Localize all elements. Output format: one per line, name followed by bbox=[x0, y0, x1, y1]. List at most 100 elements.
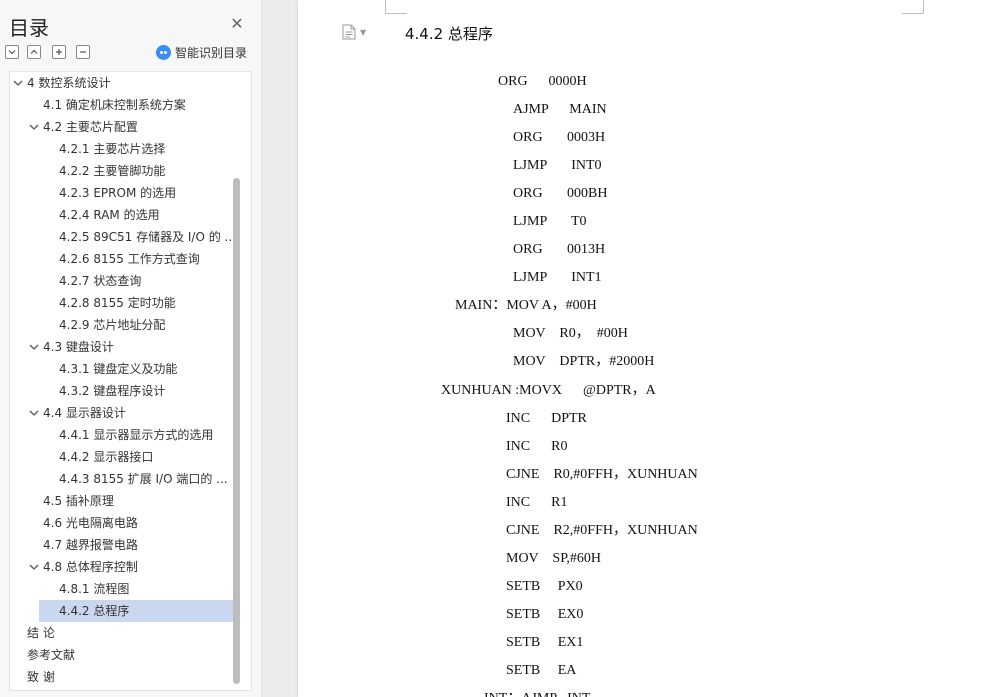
toc-item-label: 4 数控系统设计 bbox=[27, 76, 111, 90]
chevron-down-icon[interactable] bbox=[29, 556, 39, 578]
toc-item[interactable]: 4.5 插补原理 bbox=[43, 490, 233, 512]
toc-item[interactable]: 4.8 总体程序控制 bbox=[43, 556, 233, 578]
chevron-down-icon[interactable] bbox=[13, 72, 23, 94]
toc-item[interactable]: 4.4.1 显示器显示方式的选用 bbox=[59, 424, 233, 446]
toc-item[interactable]: 参考文献 bbox=[27, 644, 233, 666]
toc-item-label: 4.4.1 显示器显示方式的选用 bbox=[59, 428, 214, 442]
code-line: MAIN：MOV A，#00H bbox=[455, 298, 597, 313]
toc-item[interactable]: 4.2.7 状态查询 bbox=[59, 270, 233, 292]
toc-item[interactable]: 4.2.2 主要管脚功能 bbox=[59, 160, 233, 182]
toc-item[interactable]: 4.2.3 EPROM 的选用 bbox=[59, 182, 233, 204]
toc-item-label: 4.2.2 主要管脚功能 bbox=[59, 164, 166, 178]
app-window: 目录 ✕ 智能识别目录 4 数控系统设计 4.1 确定机床控制系统方案 4.2 主要… bbox=[0, 0, 991, 697]
toc-item-label: 4.6 光电隔离电路 bbox=[43, 516, 138, 530]
toc-item-label: 4.3.2 键盘程序设计 bbox=[59, 384, 166, 398]
toc-item-label: 4.2.6 8155 工作方式查询 bbox=[59, 252, 200, 266]
code-line: INC DPTR bbox=[506, 411, 587, 426]
code-line: SETB EX1 bbox=[506, 635, 584, 650]
code-line: ORG 0003H bbox=[513, 130, 606, 145]
toc-item[interactable]: 4.4.2 显示器接口 bbox=[59, 446, 233, 468]
toc-item-label: 致 谢 bbox=[27, 670, 55, 684]
toc-item-label: 4.4.2 显示器接口 bbox=[59, 450, 154, 464]
remove-level-icon[interactable] bbox=[76, 45, 90, 59]
toc-item-label: 4.2.5 89C51 存储器及 I/O 的 ... bbox=[59, 230, 233, 244]
toc-item[interactable]: 4.2.1 主要芯片选择 bbox=[59, 138, 233, 160]
toc-item[interactable]: 4 数控系统设计 bbox=[27, 72, 233, 94]
document-page[interactable] bbox=[298, 0, 991, 697]
code-line: INT：AJMP INT bbox=[484, 690, 590, 697]
toc-item[interactable]: 4.1 确定机床控制系统方案 bbox=[43, 94, 233, 116]
sidebar-title: 目录 bbox=[9, 16, 49, 40]
toc-item[interactable]: 4.3.2 键盘程序设计 bbox=[59, 380, 233, 402]
code-line: INC R1 bbox=[506, 495, 568, 510]
code-line: LJMP T0 bbox=[513, 214, 587, 229]
toc-item-label: 4.1 确定机床控制系统方案 bbox=[43, 98, 186, 112]
code-line: CJNE R0,#0FFH，XUNHUAN bbox=[506, 467, 698, 482]
toc-item[interactable]: 致 谢 bbox=[27, 666, 233, 688]
code-line: MOV SP,#60H bbox=[506, 551, 602, 566]
code-line: SETB PX0 bbox=[506, 579, 583, 594]
toc-item-label: 4.8.1 流程图 bbox=[59, 582, 130, 596]
code-line: SETB EX0 bbox=[506, 607, 584, 622]
toc-item-label: 4.4.2 总程序 bbox=[59, 604, 130, 618]
toc-item-label: 4.2.8 8155 定时功能 bbox=[59, 296, 176, 310]
code-line: ORG 0000H bbox=[498, 74, 587, 89]
page-margin-corner-right bbox=[902, 0, 924, 14]
code-line: INC R0 bbox=[506, 439, 568, 454]
document-icon[interactable]: ▼ bbox=[342, 24, 366, 40]
code-line: LJMP INT1 bbox=[513, 270, 602, 285]
toc-item[interactable]: 4.8.1 流程图 bbox=[59, 578, 233, 600]
toc-item[interactable]: 4.3.1 键盘定义及功能 bbox=[59, 358, 233, 380]
collapse-all-icon[interactable] bbox=[5, 45, 19, 59]
toc-item[interactable]: 4.4.2 总程序 bbox=[39, 600, 233, 622]
toc-item-label: 4.3.1 键盘定义及功能 bbox=[59, 362, 178, 376]
toc-item[interactable]: 4.7 越界报警电路 bbox=[43, 534, 233, 556]
toc-item[interactable]: 4.2.9 芯片地址分配 bbox=[59, 314, 233, 336]
code-line: XUNHUAN :MOVX @DPTR，A bbox=[441, 383, 656, 398]
add-level-icon[interactable] bbox=[52, 45, 66, 59]
code-line: CJNE R2,#0FFH，XUNHUAN bbox=[506, 523, 698, 538]
toc-item[interactable]: 结 论 bbox=[27, 622, 233, 644]
toc-item[interactable]: 4.2.4 RAM 的选用 bbox=[59, 204, 233, 226]
toc-item[interactable]: 4.3 键盘设计 bbox=[43, 336, 233, 358]
chevron-down-icon[interactable] bbox=[29, 336, 39, 358]
toc-sidebar: 目录 ✕ 智能识别目录 4 数控系统设计 4.1 确定机床控制系统方案 4.2 主要… bbox=[0, 0, 262, 697]
toc-item[interactable]: 4.2.8 8155 定时功能 bbox=[59, 292, 233, 314]
smart-toc-label: 智能识别目录 bbox=[175, 46, 248, 60]
toc-item-label: 4.2.4 RAM 的选用 bbox=[59, 208, 160, 222]
code-line: AJMP MAIN bbox=[513, 102, 607, 117]
document-area[interactable] bbox=[263, 0, 991, 697]
toc-item[interactable]: 4.4 显示器设计 bbox=[43, 402, 233, 424]
code-line: MOV R0， #00H bbox=[513, 326, 628, 341]
code-line: SETB EA bbox=[506, 663, 577, 678]
toc-item[interactable]: 4.4.3 8155 扩展 I/O 端口的 ... bbox=[59, 468, 233, 490]
toc-item-label: 4.3 键盘设计 bbox=[43, 340, 114, 354]
code-line: ORG 0013H bbox=[513, 242, 606, 257]
chevron-down-icon[interactable] bbox=[29, 116, 39, 138]
toc-item-label: 4.8 总体程序控制 bbox=[43, 560, 138, 574]
code-line: MOV DPTR，#2000H bbox=[513, 354, 655, 369]
toc-item[interactable]: 4.2.5 89C51 存储器及 I/O 的 ... bbox=[59, 226, 233, 248]
toc-item[interactable]: 4.6 光电隔离电路 bbox=[43, 512, 233, 534]
toc-scrollbar[interactable] bbox=[233, 178, 240, 684]
toc-item-label: 4.2.7 状态查询 bbox=[59, 274, 142, 288]
toc-item-label: 4.4.3 8155 扩展 I/O 端口的 ... bbox=[59, 472, 228, 486]
toc-item[interactable]: 4.2 主要芯片配置 bbox=[43, 116, 233, 138]
toc-item-label: 参考文献 bbox=[27, 648, 76, 662]
smart-toc-button[interactable]: 智能识别目录 bbox=[156, 44, 247, 61]
toc-item-label: 4.2.3 EPROM 的选用 bbox=[59, 186, 177, 200]
close-icon[interactable]: ✕ bbox=[229, 16, 245, 32]
toc-item-label: 4.5 插补原理 bbox=[43, 494, 114, 508]
page-margin-corner-left bbox=[385, 0, 407, 14]
toc-list[interactable]: 4 数控系统设计 4.1 确定机床控制系统方案 4.2 主要芯片配置 4.2.1 主要… bbox=[9, 71, 252, 691]
expand-all-icon[interactable] bbox=[27, 45, 41, 59]
toc-item-label: 4.4 显示器设计 bbox=[43, 406, 126, 420]
section-heading: 4.4.2 总程序 bbox=[405, 25, 493, 43]
chevron-down-icon[interactable] bbox=[29, 402, 39, 424]
toc-item-label: 4.7 越界报警电路 bbox=[43, 538, 138, 552]
toc-item-label: 4.2.1 主要芯片选择 bbox=[59, 142, 166, 156]
toc-item-label: 结 论 bbox=[27, 626, 55, 640]
code-line: LJMP INT0 bbox=[513, 158, 602, 173]
toc-item[interactable]: 4.2.6 8155 工作方式查询 bbox=[59, 248, 233, 270]
ai-assistant-icon bbox=[156, 45, 171, 60]
